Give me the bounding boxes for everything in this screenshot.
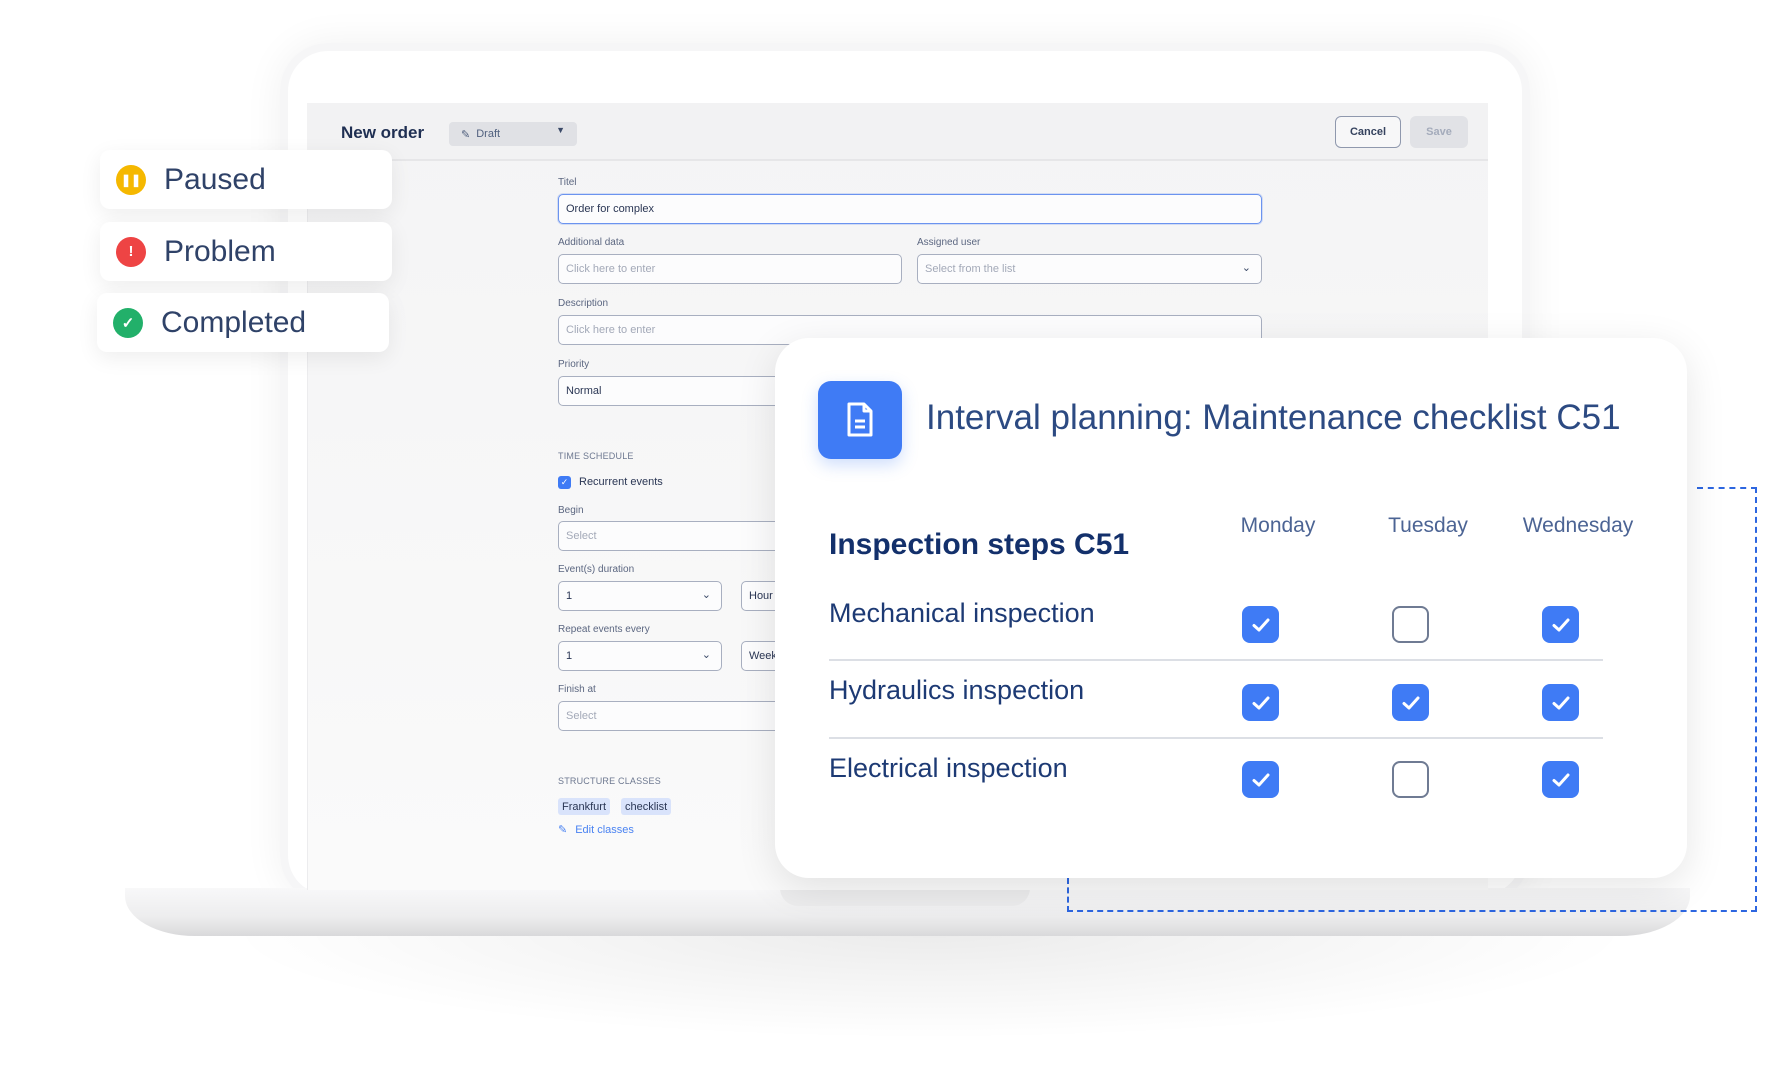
day-checkbox-wednesday[interactable]: [1542, 606, 1579, 643]
day-checkbox-monday[interactable]: [1242, 761, 1279, 798]
checklist-card: Interval planning: Maintenance checklist…: [775, 338, 1687, 878]
repeat-unit-value: Week: [749, 650, 777, 662]
priority-value: Normal: [566, 385, 602, 397]
day-checkbox-tuesday[interactable]: [1392, 606, 1429, 643]
day-checkbox-tuesday[interactable]: [1392, 761, 1429, 798]
class-tag[interactable]: Frankfurt: [558, 798, 611, 815]
title-input-value: Order for complex: [566, 203, 655, 215]
row-label: Mechanical inspection: [829, 598, 1095, 628]
priority-label: Priority: [558, 359, 590, 370]
check-icon: [1552, 696, 1569, 709]
duration-select[interactable]: 1 ⌄: [558, 581, 722, 611]
duration-label: Event(s) duration: [558, 564, 635, 575]
status-dropdown[interactable]: ✎ Draft ▼: [449, 122, 577, 146]
check-icon: [1402, 696, 1419, 709]
class-tag[interactable]: checklist: [621, 798, 672, 815]
save-button[interactable]: Save: [1410, 116, 1468, 148]
edit-classes-link[interactable]: ✎ Edit classes: [558, 823, 634, 837]
begin-label: Begin: [558, 505, 584, 516]
pause-icon: ❚❚: [116, 164, 146, 195]
repeat-select[interactable]: 1 ⌄: [558, 641, 722, 671]
cancel-button[interactable]: Cancel: [1335, 116, 1401, 148]
page-header: New order ✎ Draft ▼ Cancel Save: [307, 103, 1488, 161]
card-title: Interval planning: Maintenance checklist…: [926, 398, 1621, 437]
duration-value: 1: [566, 590, 573, 602]
repeat-value: 1: [566, 650, 573, 662]
title-input[interactable]: Order for complex: [558, 194, 1262, 224]
edit-icon: ✎: [461, 128, 471, 141]
status-pill-completed: ✓ Completed: [97, 293, 389, 352]
day-header: Wednesday: [1522, 514, 1634, 537]
status-label: Completed: [161, 305, 307, 339]
status-label: Problem: [164, 234, 276, 268]
dashed-outline-left: [1067, 878, 1069, 912]
chevron-down-icon: ⌄: [1241, 262, 1251, 274]
begin-placeholder: Select: [566, 530, 597, 542]
day-checkbox-tuesday[interactable]: [1392, 684, 1429, 721]
assigned-user-select[interactable]: Select from the list ⌄: [917, 254, 1262, 284]
check-icon: [1252, 773, 1269, 786]
row-label: Hydraulics inspection: [829, 675, 1085, 705]
description-placeholder: Click here to enter: [566, 324, 656, 336]
day-checkbox-wednesday[interactable]: [1542, 684, 1579, 721]
structure-classes-heading: STRUCTURE CLASSES: [558, 776, 661, 786]
assigned-user-label: Assigned user: [917, 237, 981, 248]
check-icon: [1252, 696, 1269, 709]
status-pill-paused: ❚❚ Paused: [100, 150, 392, 209]
status-label: Paused: [164, 162, 266, 196]
steps-title: Inspection steps C51: [829, 528, 1130, 561]
description-label: Description: [558, 298, 609, 309]
check-icon: [1552, 618, 1569, 631]
additional-data-placeholder: Click here to enter: [566, 263, 656, 275]
additional-data-label: Additional data: [558, 237, 625, 248]
laptop-notch: [780, 888, 1030, 906]
check-icon: [1552, 773, 1569, 786]
pencil-icon: ✎: [558, 824, 568, 836]
edit-classes-label: Edit classes: [575, 823, 634, 836]
check-icon: ✓: [113, 307, 143, 338]
recurrent-events-checkbox[interactable]: ✓: [558, 476, 571, 489]
day-header: Monday: [1240, 514, 1316, 537]
repeat-label: Repeat events every: [558, 624, 650, 635]
day-checkbox-wednesday[interactable]: [1542, 761, 1579, 798]
page-title: New order: [341, 123, 425, 142]
status-pill-problem: ! Problem: [100, 222, 392, 281]
laptop-shadow: [220, 930, 1640, 1040]
time-schedule-heading: TIME SCHEDULE: [558, 451, 634, 461]
additional-data-input[interactable]: Click here to enter: [558, 254, 902, 284]
exclamation-icon: !: [116, 236, 146, 267]
row-divider: [829, 659, 1603, 661]
day-checkbox-monday[interactable]: [1242, 606, 1279, 643]
dashed-outline-top: [1697, 487, 1757, 489]
day-checkbox-monday[interactable]: [1242, 684, 1279, 721]
assigned-user-placeholder: Select from the list: [925, 263, 1016, 275]
chevron-down-icon: ▼: [556, 125, 565, 135]
row-divider: [829, 737, 1603, 739]
finish-placeholder: Select: [566, 710, 597, 722]
status-dropdown-value: Draft: [476, 128, 501, 140]
day-header: Tuesday: [1388, 514, 1468, 537]
check-icon: [1252, 618, 1269, 631]
chevron-down-icon: ⌄: [701, 589, 711, 601]
recurrent-events-label: Recurrent events: [579, 476, 663, 488]
document-icon: [818, 381, 902, 459]
row-label: Electrical inspection: [829, 753, 1068, 783]
finish-label: Finish at: [558, 684, 596, 695]
title-label: Titel: [558, 177, 577, 188]
chevron-down-icon: ⌄: [701, 649, 711, 661]
